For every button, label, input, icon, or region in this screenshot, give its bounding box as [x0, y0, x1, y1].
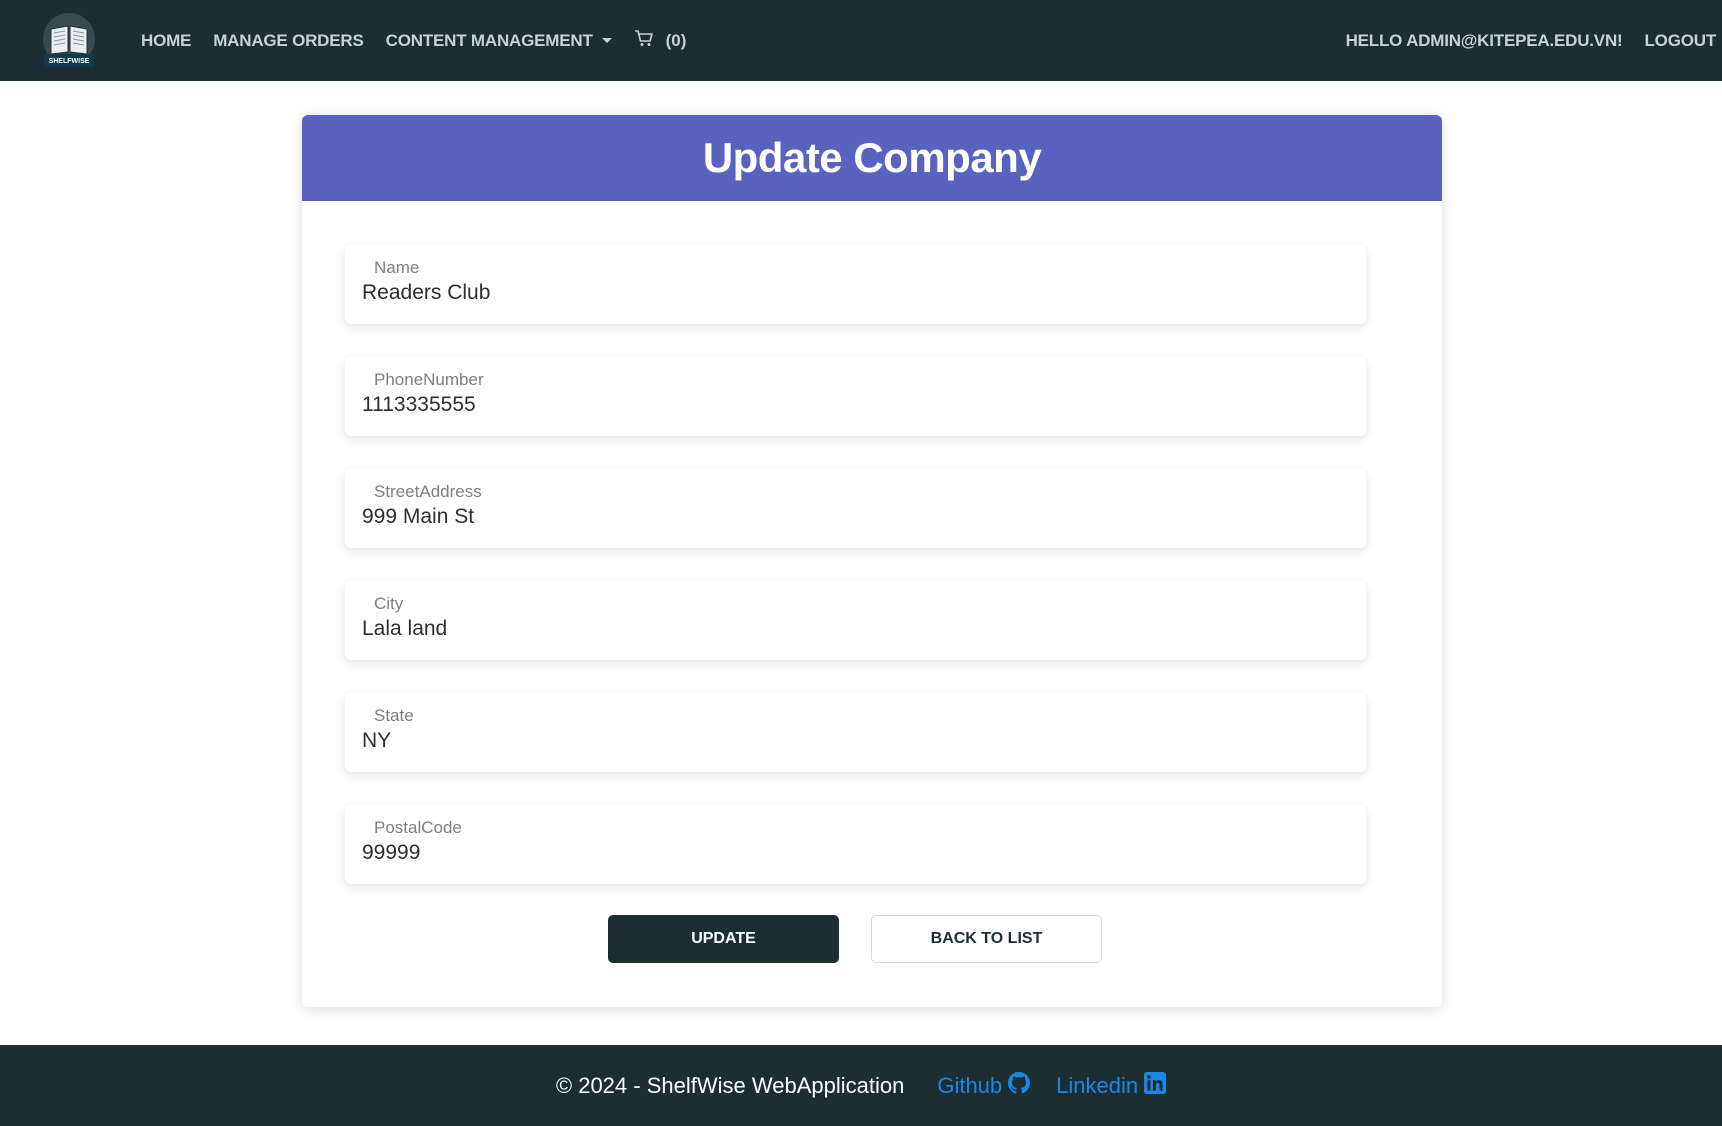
phone-number-input[interactable]: [362, 393, 1352, 417]
github-label: Github: [937, 1072, 1003, 1098]
caret-down-icon: [601, 38, 612, 43]
logout-link[interactable]: LOGOUT: [1644, 31, 1716, 51]
postal-code-label: PostalCode: [374, 818, 462, 837]
nav-manage-orders-link[interactable]: MANAGE ORDERS: [213, 30, 364, 51]
name-label: Name: [374, 258, 420, 277]
user-greeting: HELLO ADMIN@KITEPEA.EDU.VN!: [1345, 30, 1623, 50]
user-greeting-link[interactable]: HELLO ADMIN@KITEPEA.EDU.VN!: [1346, 31, 1623, 51]
linkedin-icon: [1144, 1071, 1167, 1100]
phone-number-label: PhoneNumber: [374, 370, 484, 389]
update-button[interactable]: UPDATE: [608, 915, 839, 963]
nav-content-management-label: CONTENT MANAGEMENT: [385, 30, 593, 50]
nav-home-link[interactable]: HOME: [141, 31, 191, 51]
state-input[interactable]: [362, 729, 1352, 753]
shelfwise-logo[interactable]: SHELFWISE: [38, 12, 100, 68]
logout-label: LOGOUT: [1644, 30, 1716, 50]
back-to-list-button[interactable]: BACK TO LIST: [871, 915, 1102, 963]
state-label: State: [374, 706, 414, 725]
name-input[interactable]: [362, 281, 1352, 305]
cart-count: (0): [665, 30, 687, 50]
nav-right: HELLO ADMIN@KITEPEA.EDU.VN! LOGOUT: [1346, 0, 1717, 81]
cart-link[interactable]: (0): [634, 29, 687, 52]
street-address-field: StreetAddress: [345, 469, 1366, 548]
github-icon: [1008, 1071, 1031, 1100]
footer-copyright: © 2024 - ShelfWise WebApplication: [555, 1072, 905, 1098]
cart-icon: [634, 29, 654, 52]
nav-links: HOME MANAGE ORDERS CONTENT MANAGEMENT (0…: [141, 0, 686, 81]
company-form: Name PhoneNumber StreetAddress City Stat…: [345, 245, 1366, 917]
linkedin-label: Linkedin: [1056, 1072, 1139, 1098]
state-field: State: [345, 693, 1366, 772]
page-title: Update Company: [702, 134, 1042, 181]
update-company-card: Update Company Name PhoneNumber StreetAd…: [302, 115, 1442, 1007]
name-field: Name: [345, 245, 1366, 324]
phone-number-field: PhoneNumber: [345, 357, 1366, 436]
form-actions: UPDATE BACK TO LIST: [608, 915, 1102, 963]
nav-home-label: HOME: [141, 30, 192, 50]
postal-code-input[interactable]: [362, 841, 1352, 865]
postal-code-field: PostalCode: [345, 805, 1366, 884]
nav-manage-orders-label: MANAGE ORDERS: [213, 30, 364, 50]
card-header: Update Company: [302, 115, 1442, 201]
city-label: City: [374, 594, 404, 613]
top-navbar: SHELFWISE HOME MANAGE ORDERS CONTENT MAN…: [0, 0, 1722, 81]
logo-text: SHELFWISE: [49, 58, 90, 65]
street-address-label: StreetAddress: [374, 482, 482, 501]
footer: © 2024 - ShelfWise WebApplication Github…: [0, 1045, 1722, 1126]
street-address-input[interactable]: [362, 505, 1352, 529]
github-link[interactable]: Github: [937, 1071, 1031, 1100]
city-input[interactable]: [362, 617, 1352, 641]
linkedin-link[interactable]: Linkedin: [1056, 1071, 1167, 1100]
city-field: City: [345, 581, 1366, 660]
nav-content-management-dropdown[interactable]: CONTENT MANAGEMENT: [386, 31, 612, 51]
